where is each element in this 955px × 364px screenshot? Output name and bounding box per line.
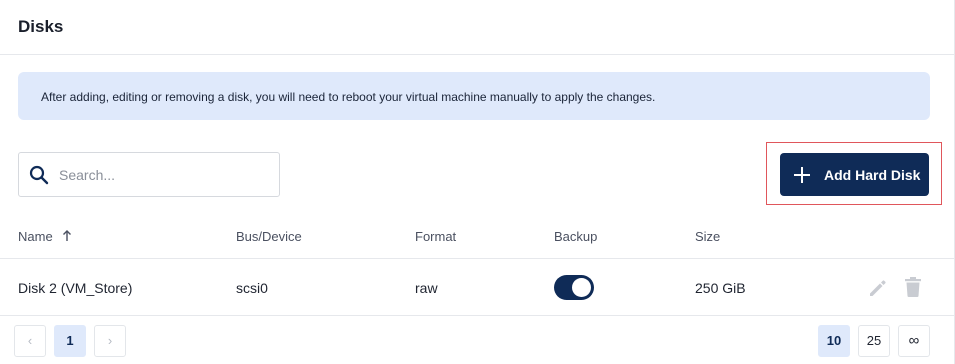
column-header-backup[interactable]: Backup: [554, 229, 597, 244]
table-row[interactable]: Disk 2 (VM_Store) scsi0 raw 250 GiB: [0, 259, 954, 316]
plus-icon: [794, 167, 810, 183]
reboot-notice: After adding, editing or removing a disk…: [18, 72, 930, 120]
column-header-bus-device[interactable]: Bus/Device: [236, 229, 302, 244]
edit-icon[interactable]: [868, 278, 888, 298]
toggle-knob: [572, 278, 591, 297]
backup-toggle[interactable]: [554, 275, 594, 300]
disk-bus-device: scsi0: [236, 280, 268, 296]
disk-name: Disk 2 (VM_Store): [18, 280, 133, 296]
search-input[interactable]: [59, 154, 269, 195]
next-page-button[interactable]: ›: [94, 325, 126, 357]
page-size-all[interactable]: ∞: [898, 325, 930, 357]
page-size-25[interactable]: 25: [858, 325, 890, 357]
column-header-format[interactable]: Format: [415, 229, 456, 244]
add-hard-disk-button[interactable]: Add Hard Disk: [780, 153, 929, 196]
search-icon: [29, 165, 49, 185]
delete-icon[interactable]: [905, 277, 921, 297]
disk-format: raw: [415, 280, 438, 296]
page-size-10[interactable]: 10: [818, 325, 850, 357]
page-button-1[interactable]: 1: [54, 325, 86, 357]
disks-panel: Disks After adding, editing or removing …: [0, 0, 955, 364]
panel-title: Disks: [18, 17, 64, 36]
prev-page-button[interactable]: ‹: [14, 325, 46, 357]
column-header-size[interactable]: Size: [695, 229, 720, 244]
notice-text: After adding, editing or removing a disk…: [41, 90, 656, 104]
search-box[interactable]: [18, 152, 280, 197]
add-hard-disk-label: Add Hard Disk: [824, 167, 921, 183]
table-header: Name Bus/Device Format Backup Size: [0, 214, 954, 259]
panel-header: Disks: [0, 0, 954, 55]
column-header-name[interactable]: Name: [18, 229, 53, 244]
disk-size: 250 GiB: [695, 280, 746, 296]
sort-ascending-icon[interactable]: [62, 229, 72, 242]
